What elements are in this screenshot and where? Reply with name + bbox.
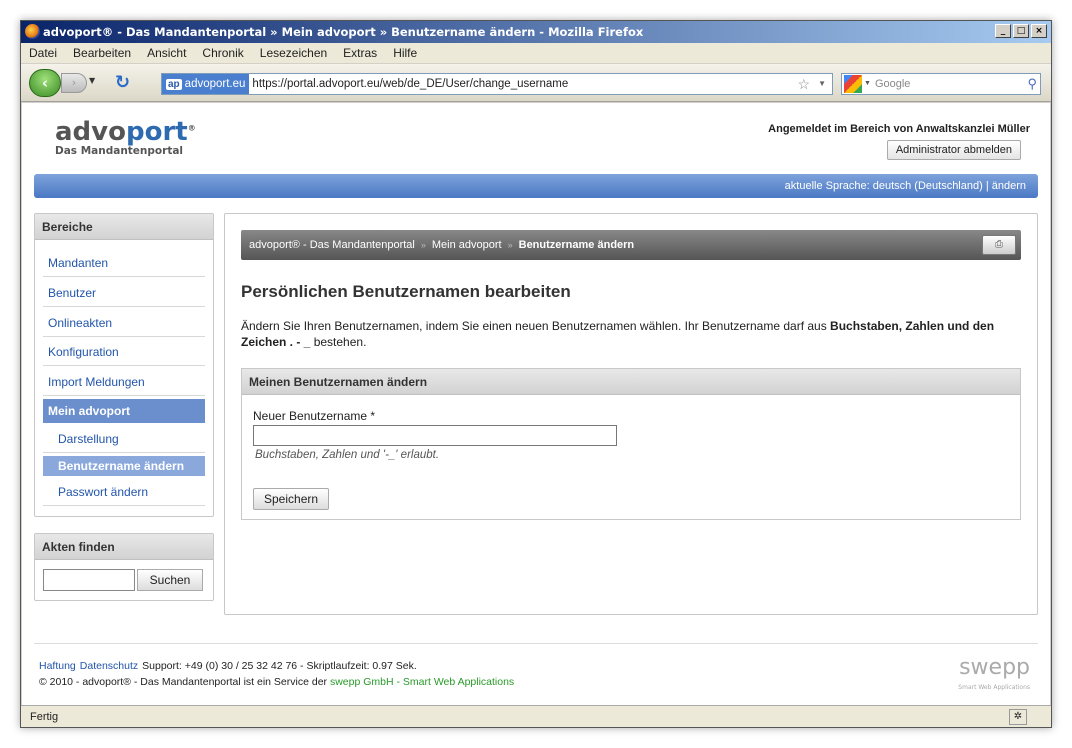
datenschutz-link[interactable]: Datenschutz <box>80 660 138 672</box>
menu-bar: Datei Bearbeiten Ansicht Chronik Lesezei… <box>21 43 1051 63</box>
sidebar-panel: Bereiche Mandanten Benutzer Onlineakten … <box>34 213 214 517</box>
logout-button[interactable]: Administrator abmelden <box>886 140 1021 160</box>
language-bar: aktuelle Sprache: deutsch (Deutschland) … <box>34 174 1038 198</box>
swepp-link[interactable]: swepp GmbH - Smart Web Applications <box>330 676 514 688</box>
login-status: Angemeldet im Bereich von Anwaltskanzlei… <box>768 123 1030 135</box>
site-name: advoport.eu <box>184 78 246 90</box>
menu-hilfe[interactable]: Hilfe <box>393 43 417 63</box>
close-button[interactable]: × <box>1031 24 1047 38</box>
maximize-button[interactable]: □ <box>1013 24 1029 38</box>
minimize-button[interactable]: _ <box>995 24 1011 38</box>
url-bar[interactable]: ap advoport.eu https://portal.advoport.eu/… <box>161 73 833 95</box>
breadcrumb-home[interactable]: advoport® - Das Mandantenportal <box>249 239 415 251</box>
swepp-logo[interactable]: swepp Smart Web Applications <box>958 655 1030 698</box>
firefox-icon <box>25 24 40 39</box>
menu-lesezeichen[interactable]: Lesezeichen <box>260 43 327 63</box>
history-dropdown-icon[interactable]: ▼ <box>89 76 95 85</box>
forward-button[interactable]: › <box>61 73 87 93</box>
site-identity[interactable]: ap advoport.eu <box>162 74 250 94</box>
sidebar-subitem-benutzername[interactable]: Benutzername ändern <box>43 456 205 476</box>
logo-text-a: advo <box>55 117 126 147</box>
status-bar: Fertig ✲ <box>21 705 1051 727</box>
browser-window: advoport® - Das Mandantenportal » Mein a… <box>20 20 1052 728</box>
reload-icon[interactable]: ↻ <box>115 72 130 93</box>
addon-bug-icon[interactable]: ✲ <box>1009 709 1027 725</box>
breadcrumb: advoport® - Das Mandantenportal » Mein adv… <box>241 230 1021 260</box>
akten-search-button[interactable]: Suchen <box>137 569 203 591</box>
footer: Haftung Datenschutz Support: +49 (0) 30 / … <box>34 643 1038 691</box>
haftung-link[interactable]: Haftung <box>39 660 76 672</box>
url-text[interactable]: https://portal.advoport.eu/web/de_DE/Use… <box>249 78 568 90</box>
form-title: Meinen Benutzernamen ändern <box>242 369 1020 395</box>
breadcrumb-separator: » <box>420 240 426 250</box>
page-content: advoport® Das Mandantenportal Angemeldet… <box>22 103 1050 705</box>
breadcrumb-separator: » <box>507 240 513 250</box>
page-title: Persönlichen Benutzernamen bearbeiten <box>241 282 571 301</box>
username-label: Neuer Benutzername * <box>253 409 376 423</box>
sidebar-item-onlineakten[interactable]: Onlineakten <box>43 308 205 337</box>
search-engine-dropdown-icon[interactable]: ▼ <box>864 80 871 87</box>
menu-ansicht[interactable]: Ansicht <box>147 43 186 63</box>
sidebar-item-import-meldungen[interactable]: Import Meldungen <box>43 367 205 396</box>
language-text[interactable]: aktuelle Sprache: deutsch (Deutschland) … <box>785 180 1026 192</box>
url-dropdown-icon[interactable]: ▼ <box>818 74 826 94</box>
site-badge: ap <box>166 79 182 90</box>
username-form: Meinen Benutzernamen ändern Neuer Benutz… <box>241 368 1021 520</box>
search-box[interactable]: ▼ Google ⚲ <box>841 73 1041 95</box>
sidebar-item-mein-advoport[interactable]: Mein advoport <box>43 399 205 423</box>
menu-bearbeiten[interactable]: Bearbeiten <box>73 43 131 63</box>
intro-part-c: bestehen. <box>310 335 367 349</box>
print-icon[interactable]: ⎙ <box>982 235 1016 255</box>
main-panel: advoport® - Das Mandantenportal » Mein adv… <box>224 213 1038 615</box>
swepp-logo-sub: Smart Web Applications <box>958 684 1030 691</box>
save-button[interactable]: Speichern <box>253 488 330 510</box>
logo-subtitle: Das Mandantenportal <box>55 145 184 157</box>
status-text: Fertig <box>30 711 59 723</box>
akten-panel: Akten finden Suchen <box>34 533 214 601</box>
window-title: advoport® - Das Mandantenportal » Mein a… <box>43 25 644 39</box>
intro-text: Ändern Sie Ihren Benutzernamen, indem Si… <box>241 318 1021 350</box>
copyright-text: © 2010 - advoport® - Das Mandantenportal… <box>39 676 330 688</box>
username-input[interactable] <box>253 425 617 446</box>
sidebar-item-mandanten[interactable]: Mandanten <box>43 248 205 277</box>
menu-extras[interactable]: Extras <box>343 43 377 63</box>
swepp-logo-text: swepp <box>959 655 1030 680</box>
breadcrumb-mein-advoport[interactable]: Mein advoport <box>432 239 502 251</box>
menu-chronik[interactable]: Chronik <box>202 43 243 63</box>
search-icon[interactable]: ⚲ <box>1027 74 1037 94</box>
title-bar: advoport® - Das Mandantenportal » Mein a… <box>21 21 1051 43</box>
navigation-toolbar: ‹ › ▼ ↻ ap advoport.eu https://portal.advo… <box>21 64 1051 102</box>
akten-title: Akten finden <box>35 534 213 560</box>
akten-search-input[interactable] <box>43 569 135 591</box>
menu-datei[interactable]: Datei <box>29 43 57 63</box>
username-hint: Buchstaben, Zahlen und '-_' erlaubt. <box>255 449 440 461</box>
breadcrumb-current: Benutzername ändern <box>518 239 635 251</box>
advoport-logo[interactable]: advoport® Das Mandantenportal <box>55 117 196 157</box>
bookmark-star-icon[interactable]: ☆ <box>797 74 810 94</box>
google-icon[interactable] <box>844 75 862 93</box>
logo-reg: ® <box>187 123 196 133</box>
search-placeholder[interactable]: Google <box>875 78 910 90</box>
sidebar-item-konfiguration[interactable]: Konfiguration <box>43 337 205 366</box>
intro-part-a: Ändern Sie Ihren Benutzernamen, indem Si… <box>241 319 831 333</box>
sidebar-item-benutzer[interactable]: Benutzer <box>43 278 205 307</box>
sidebar-subitem-passwort[interactable]: Passwort ändern <box>43 479 205 506</box>
sidebar-title: Bereiche <box>35 214 213 240</box>
back-button[interactable]: ‹ <box>29 69 61 97</box>
support-text: Support: +49 (0) 30 / 25 32 42 76 - Skri… <box>142 660 417 672</box>
sidebar-subitem-darstellung[interactable]: Darstellung <box>43 426 205 453</box>
logo-text-b: port <box>125 117 188 147</box>
